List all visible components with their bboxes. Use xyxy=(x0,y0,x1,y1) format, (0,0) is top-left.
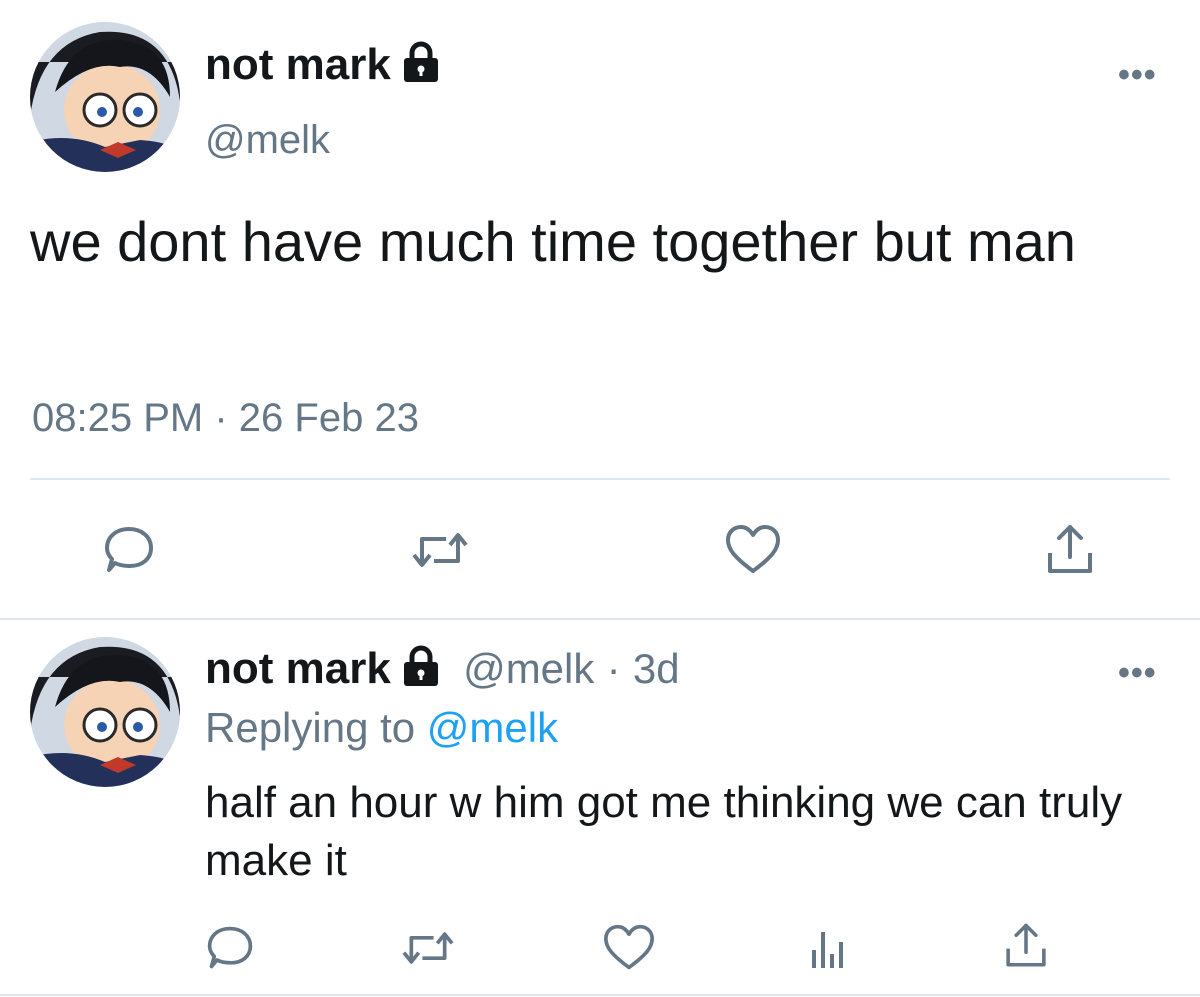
reply-share-button[interactable] xyxy=(994,914,1058,978)
tweet-text: we dont have much time together but man xyxy=(30,210,1076,273)
heart-icon xyxy=(604,924,654,970)
reply-more-options-icon[interactable]: ••• xyxy=(1118,654,1157,693)
reply-display-name[interactable]: not mark xyxy=(205,644,391,693)
lock-icon xyxy=(401,41,441,94)
replying-to-link[interactable]: @melk xyxy=(427,704,558,751)
retweet-icon xyxy=(412,533,468,567)
reply-text: half an hour w him got me thinking we ca… xyxy=(205,778,1123,885)
timestamp-separator: · xyxy=(214,396,228,440)
reply-avatar-image xyxy=(30,637,180,787)
tweet-date: 26 Feb 23 xyxy=(238,396,419,440)
avatar[interactable] xyxy=(30,22,180,172)
retweet-icon xyxy=(402,932,454,964)
retweet-button[interactable] xyxy=(408,518,472,582)
like-button[interactable] xyxy=(721,518,785,582)
reply-meta-separator: · xyxy=(606,645,621,692)
more-options-icon[interactable]: ••• xyxy=(1118,56,1157,95)
reply-avatar[interactable] xyxy=(30,637,180,787)
reply-age[interactable]: 3d xyxy=(633,645,680,692)
lock-icon xyxy=(401,645,441,698)
avatar-image xyxy=(30,22,180,172)
display-name[interactable]: not mark xyxy=(205,40,441,94)
reply-handle[interactable]: @melk xyxy=(463,645,594,692)
section-divider xyxy=(0,618,1200,620)
replying-to: Replying to @melk xyxy=(205,704,558,752)
divider xyxy=(30,478,1170,480)
reply-header: not mark @melk · 3d xyxy=(205,644,680,698)
reply-button[interactable] xyxy=(97,518,161,582)
comment-icon xyxy=(105,527,153,572)
share-icon xyxy=(1006,923,1046,967)
analytics-icon xyxy=(812,932,843,968)
share-button[interactable] xyxy=(1038,518,1102,582)
reply-retweet-button[interactable] xyxy=(396,916,460,980)
share-icon xyxy=(1048,525,1092,573)
reply-reply-button[interactable] xyxy=(198,916,262,980)
heart-icon xyxy=(726,525,780,573)
handle[interactable]: @melk xyxy=(205,118,330,163)
display-name-text: not mark xyxy=(205,40,391,89)
analytics-button[interactable] xyxy=(796,916,860,980)
comment-icon xyxy=(207,926,253,969)
tweet-time: 08:25 PM xyxy=(32,396,204,440)
reply-like-button[interactable] xyxy=(597,916,661,980)
replying-to-prefix: Replying to xyxy=(205,704,416,751)
bottom-divider xyxy=(0,994,1200,996)
tweet-timestamp[interactable]: 08:25 PM · 26 Feb 23 xyxy=(32,396,419,441)
